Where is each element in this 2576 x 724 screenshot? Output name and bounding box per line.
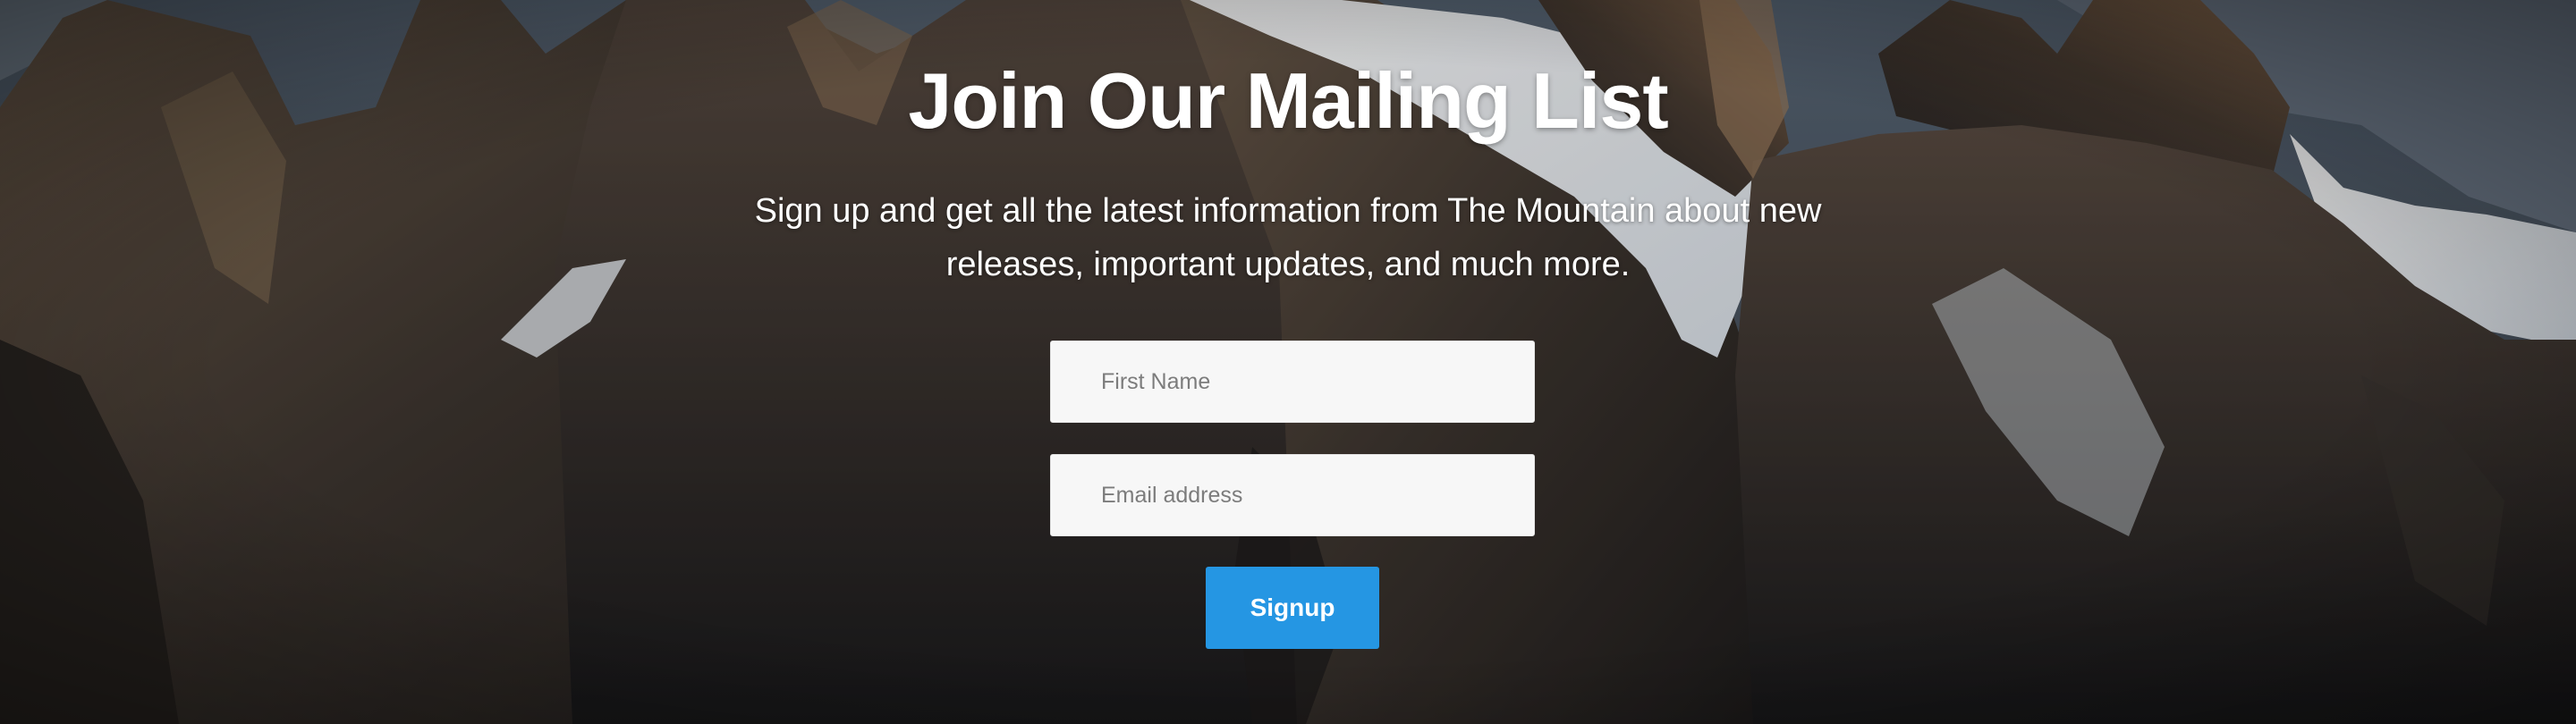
email-field[interactable] [1050,454,1535,536]
page-title: Join Our Mailing List [908,56,1668,145]
signup-button[interactable]: Signup [1206,567,1379,649]
mailing-list-hero: Join Our Mailing List Sign up and get al… [0,0,2576,724]
page-subtitle: Sign up and get all the latest informati… [754,192,1822,283]
first-name-field[interactable] [1050,341,1535,423]
signup-section: Join Our Mailing List Sign up and get al… [0,0,2576,724]
